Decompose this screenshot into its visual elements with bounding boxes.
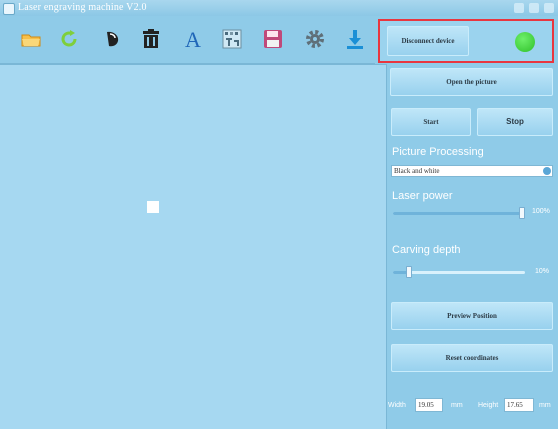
- disconnect-button[interactable]: Disconnect device: [387, 26, 469, 56]
- stop-button[interactable]: Stop: [477, 108, 553, 136]
- start-button[interactable]: Start: [391, 108, 471, 136]
- connection-panel: Disconnect device: [378, 19, 554, 63]
- laser-power-value: 100%: [532, 208, 550, 215]
- width-unit: mm: [451, 402, 463, 409]
- close-icon[interactable]: [544, 3, 554, 13]
- image-placeholder[interactable]: [147, 201, 159, 213]
- carving-depth-thumb[interactable]: [406, 266, 412, 278]
- app-icon: [3, 3, 15, 15]
- preview-position-button[interactable]: Preview Position: [391, 302, 553, 330]
- width-label: Width: [388, 402, 406, 409]
- engraving-canvas[interactable]: [0, 64, 387, 429]
- svg-text:A: A: [185, 27, 201, 51]
- height-unit: mm: [539, 402, 551, 409]
- window-title: Laser engraving machine V2.0: [18, 2, 147, 13]
- laser-power-label: Laser power: [392, 190, 453, 202]
- picture-processing-value: Black and white: [394, 167, 440, 175]
- laser-power-slider[interactable]: [393, 207, 525, 219]
- delete-icon: [143, 29, 159, 48]
- download-icon: [347, 30, 363, 49]
- text-button[interactable]: A: [180, 26, 206, 52]
- grayscale-icon: [222, 29, 242, 49]
- rotate-button[interactable]: [56, 26, 82, 52]
- delete-button[interactable]: [138, 26, 164, 52]
- carving-depth-value: 10%: [535, 268, 550, 275]
- minimize-icon[interactable]: [514, 3, 524, 13]
- picture-processing-label: Picture Processing: [392, 146, 484, 158]
- flip-button[interactable]: [100, 26, 126, 52]
- dropdown-arrow-icon[interactable]: [543, 167, 551, 175]
- settings-button[interactable]: [302, 26, 328, 52]
- settings-icon: [306, 30, 324, 48]
- connection-status-indicator: [515, 32, 535, 52]
- carving-depth-label: Carving depth: [392, 244, 461, 256]
- carving-depth-slider[interactable]: [393, 266, 525, 278]
- toolbar: A: [0, 17, 375, 64]
- laser-power-fill: [393, 212, 522, 215]
- open-picture-button[interactable]: Open the picture: [390, 68, 553, 96]
- height-input[interactable]: 17.65: [504, 398, 534, 412]
- flip-icon: [107, 31, 119, 47]
- open-image-button[interactable]: [18, 26, 44, 52]
- maximize-icon[interactable]: [529, 3, 539, 13]
- height-label: Height: [478, 402, 499, 409]
- save-button[interactable]: [260, 26, 286, 52]
- text-icon: A: [185, 27, 201, 51]
- picture-processing-select[interactable]: Black and white: [391, 165, 553, 177]
- laser-power-thumb[interactable]: [519, 207, 525, 219]
- reset-coordinates-button[interactable]: Reset coordinates: [391, 344, 553, 372]
- title-bar: Laser engraving machine V2.0: [0, 0, 558, 16]
- open-image-icon: [21, 34, 41, 47]
- window-controls: [514, 3, 554, 13]
- download-button[interactable]: [342, 26, 368, 52]
- width-input[interactable]: 19.05: [415, 398, 443, 412]
- rotate-icon: [61, 30, 77, 47]
- save-icon: [264, 30, 282, 48]
- grayscale-button[interactable]: [219, 26, 245, 52]
